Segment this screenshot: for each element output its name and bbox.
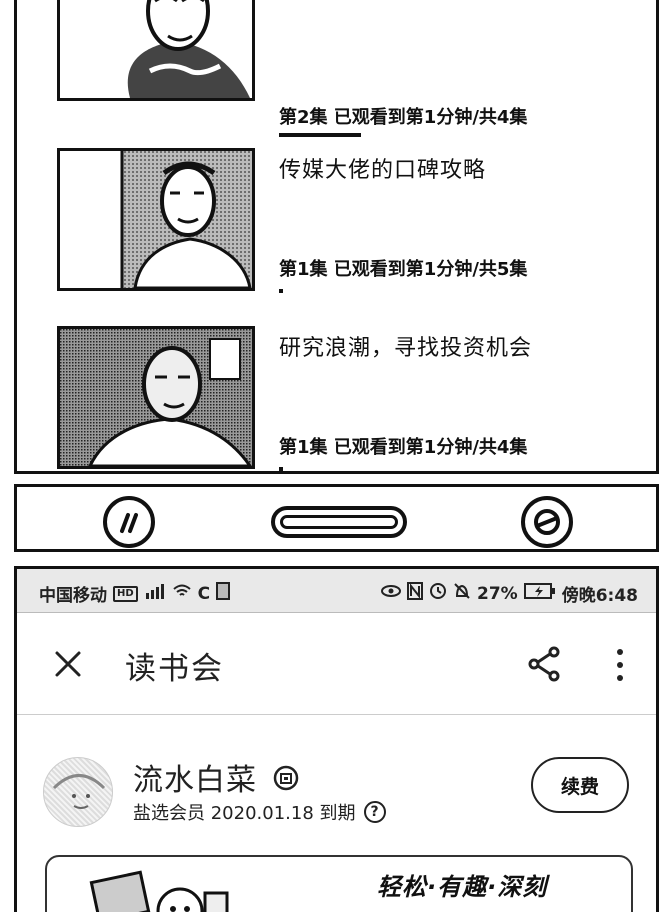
- mini-program-button[interactable]: [103, 496, 155, 548]
- avatar[interactable]: [43, 757, 113, 827]
- mini-program-icon: [120, 513, 138, 533]
- episode-item[interactable]: 研究浪潮，寻找投资机会 第1集 已观看到第1分钟/共4集: [57, 326, 657, 471]
- person-photo-icon: [60, 329, 252, 466]
- episode-title: 研究浪潮，寻找投资机会: [279, 336, 533, 361]
- status-bar: 中国移动 HD C 27% 傍晚6:48: [17, 569, 656, 613]
- page-title: 读书会: [125, 651, 224, 687]
- close-icon[interactable]: [53, 649, 83, 679]
- app-bar: 读书会: [17, 613, 656, 715]
- episode-item[interactable]: 传媒大佬的口碑攻略 第1集 已观看到第1分钟/共5集: [57, 148, 657, 293]
- banner-slogan: 轻松·有趣·深刻: [377, 873, 548, 901]
- renew-button[interactable]: 续费: [531, 757, 629, 813]
- episode-progress-text: 第2集 已观看到第1分钟/共4集: [279, 107, 528, 128]
- episode-thumbnail: [57, 0, 255, 101]
- episode-progress-bar: [279, 133, 361, 137]
- person-photo-icon: [60, 0, 252, 98]
- episode-progress-bar: [279, 467, 283, 471]
- reading-club-screen: 中国移动 HD C 27% 傍晚6:48 读书会 流水白菜 盐选会员 2020.…: [14, 566, 659, 912]
- wifi-icon: [172, 583, 192, 604]
- episode-progress-bar: [279, 289, 283, 293]
- share-icon[interactable]: [527, 646, 561, 682]
- carrier-label: 中国移动: [39, 586, 107, 606]
- system-nav-bar: [14, 484, 659, 552]
- member-profile: 流水白菜 盐选会员 2020.01.18 到期 ? 续费: [17, 715, 656, 855]
- episode-thumbnail: [57, 148, 255, 291]
- episode-progress-text: 第1集 已观看到第1分钟/共5集: [279, 259, 528, 280]
- banner-illustration-icon: [89, 870, 229, 912]
- signal-icon: [144, 583, 166, 604]
- nfc-icon: [407, 582, 423, 605]
- episode-title: 传媒大佬的口碑攻略: [279, 158, 487, 183]
- vip-badge-icon: [273, 765, 299, 791]
- username: 流水白菜: [133, 763, 257, 798]
- help-icon[interactable]: ?: [363, 801, 386, 823]
- alarm-icon: [429, 582, 447, 605]
- home-pill-icon: [280, 515, 398, 529]
- browser-button[interactable]: [521, 496, 573, 548]
- person-photo-icon: [60, 151, 252, 288]
- hd-icon: HD: [113, 585, 138, 602]
- membership-info: 盐选会员 2020.01.18 到期 ?: [133, 799, 386, 825]
- sync-icon: C: [197, 583, 211, 604]
- episode-thumbnail: [57, 326, 255, 469]
- status-time: 傍晚6:48: [561, 586, 638, 606]
- episode-list-screen: 第2集 已观看到第1分钟/共4集 传媒大佬的口碑攻略 第1集 已观看到第1分钟/…: [14, 0, 659, 474]
- membership-expiry: 盐选会员 2020.01.18 到期: [133, 803, 356, 824]
- episode-progress-text: 第1集 已观看到第1分钟/共4集: [279, 437, 528, 458]
- battery-percent: 27%: [477, 583, 518, 604]
- sim-icon: [216, 582, 231, 605]
- silent-icon: [453, 582, 471, 605]
- episode-item[interactable]: 第2集 已观看到第1分钟/共4集: [57, 0, 657, 137]
- battery-icon: [523, 582, 556, 605]
- browser-icon: [534, 509, 560, 535]
- promo-banner[interactable]: 轻松·有趣·深刻: [45, 855, 633, 912]
- more-vertical-icon[interactable]: [615, 647, 625, 683]
- eye-icon: [381, 583, 401, 604]
- home-button[interactable]: [271, 506, 407, 538]
